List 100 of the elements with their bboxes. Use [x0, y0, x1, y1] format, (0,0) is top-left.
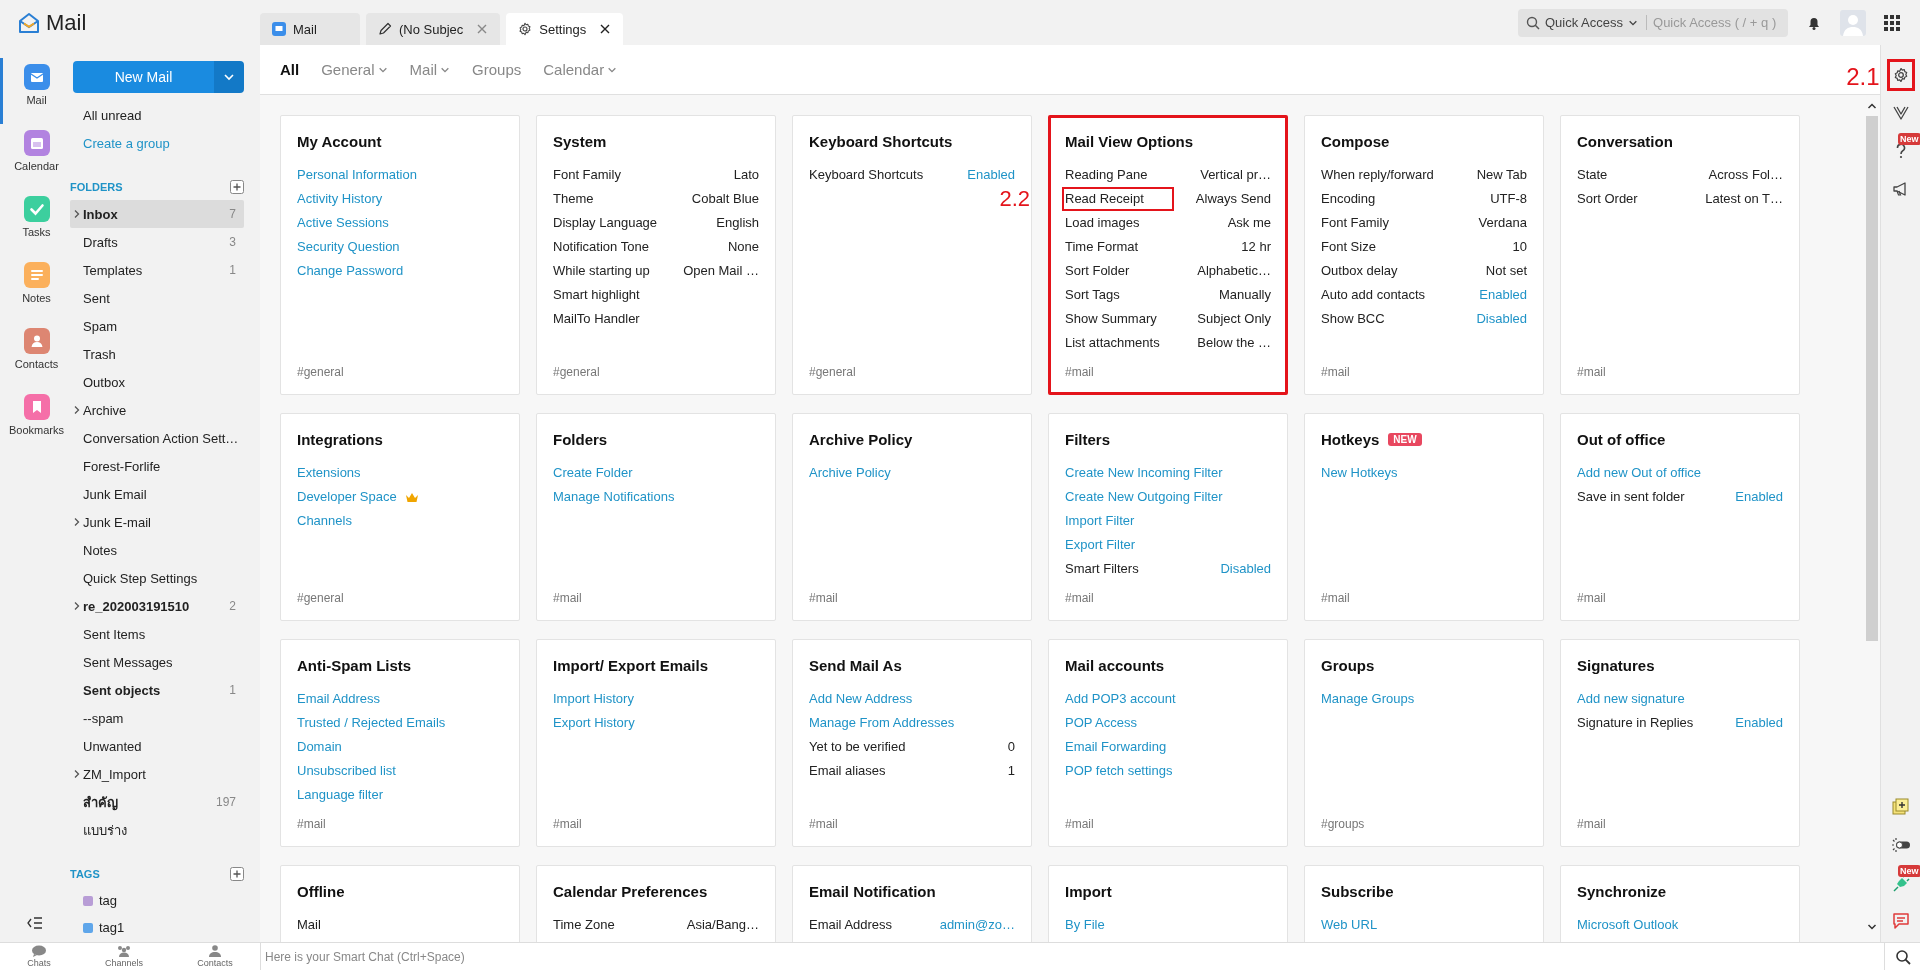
close-icon[interactable] — [599, 23, 612, 35]
search-button[interactable] — [1884, 942, 1920, 970]
app-switcher-item[interactable]: Tasks — [0, 190, 70, 256]
tag-item[interactable]: tag — [99, 893, 118, 908]
folder-item[interactable]: Unwanted — [70, 732, 244, 760]
settings-link[interactable]: Archive Policy — [809, 461, 891, 485]
settings-link[interactable]: Import History — [553, 687, 634, 711]
folder-item[interactable]: Trash — [70, 340, 244, 368]
settings-category-tab[interactable]: Mail — [409, 61, 451, 78]
settings-link[interactable]: Change Password — [297, 259, 404, 283]
settings-category-tab[interactable]: General — [321, 61, 388, 78]
settings-link[interactable]: By File — [1065, 913, 1105, 937]
settings-link[interactable]: POP fetch settings — [1065, 759, 1173, 783]
add-icon[interactable] — [230, 180, 244, 194]
settings-link[interactable]: Export Filter — [1065, 533, 1136, 557]
folder-item[interactable]: Conversation Action Sett… — [70, 424, 244, 452]
app-switcher-item[interactable]: Bookmarks — [0, 388, 70, 454]
app-switcher-item[interactable]: Mail — [0, 58, 70, 124]
setting-value-link[interactable]: Disabled — [1220, 557, 1271, 581]
tab[interactable]: Settings — [506, 13, 624, 45]
bottom-app-button[interactable]: Contacts — [197, 945, 233, 968]
settings-link[interactable]: Create Folder — [553, 461, 633, 485]
settings-link[interactable]: Language filter — [297, 783, 383, 807]
check-icon[interactable] — [1891, 105, 1910, 121]
quick-access-field[interactable]: Quick Access ( / + q ) — [1653, 15, 1784, 30]
folder-item[interactable]: Sent Messages — [70, 648, 244, 676]
folder-item[interactable]: Archive — [70, 396, 244, 424]
help-icon[interactable] — [1894, 143, 1907, 159]
folder-item[interactable]: Spam — [70, 312, 244, 340]
folder-item[interactable]: ZM_Import — [70, 760, 244, 788]
folder-item[interactable]: Templates 1 — [70, 256, 244, 284]
chevron-icon[interactable] — [73, 601, 81, 611]
theme-toggle-icon[interactable] — [1890, 837, 1911, 853]
settings-link[interactable]: Microsoft Outlook — [1577, 913, 1679, 937]
folder-item[interactable]: Outbox — [70, 368, 244, 396]
settings-category-tab[interactable]: Groups — [472, 61, 522, 78]
settings-link[interactable]: Extensions — [297, 461, 361, 485]
setting-value-link[interactable]: Enabled — [1735, 485, 1783, 509]
new-mail-button[interactable]: New Mail — [73, 61, 214, 93]
settings-link[interactable]: Create New Outgoing Filter — [1065, 485, 1223, 509]
tab[interactable]: (No Subjec — [366, 13, 501, 45]
app-switcher-item[interactable]: Calendar — [0, 124, 70, 190]
folder-item[interactable]: re_202003191510 2 — [70, 592, 244, 620]
settings-category-tab[interactable]: Calendar — [543, 61, 618, 78]
settings-link[interactable]: New Hotkeys — [1321, 461, 1398, 485]
tag-item[interactable]: tag1 — [99, 920, 125, 935]
settings-link[interactable]: Email Forwarding — [1065, 735, 1167, 759]
settings-category-tab[interactable]: All — [280, 61, 300, 78]
settings-link[interactable]: Trusted / Rejected Emails — [297, 711, 446, 735]
bottom-app-button[interactable]: Channels — [104, 945, 143, 968]
chevron-icon[interactable] — [73, 517, 81, 527]
settings-link[interactable]: Add new Out of office — [1577, 461, 1702, 485]
folder-item[interactable]: Drafts 3 — [70, 228, 244, 256]
smart-chat-field[interactable]: Here is your Smart Chat (Ctrl+Space) — [260, 942, 1884, 970]
settings-link[interactable]: Import Filter — [1065, 509, 1135, 533]
folder-item[interactable]: สำคัญ 197 — [70, 788, 244, 816]
quick-access-bar[interactable]: Quick Access Quick Access ( / + q ) — [1518, 8, 1788, 37]
settings-link[interactable]: Add New Address — [809, 687, 913, 711]
settings-link[interactable]: Activity History — [297, 187, 383, 211]
note-add-icon[interactable] — [1891, 798, 1910, 816]
add-icon[interactable] — [230, 867, 244, 881]
chevron-icon[interactable] — [73, 769, 81, 779]
settings-link[interactable]: Active Sessions — [297, 211, 389, 235]
setting-value-link[interactable]: admin@zo… — [939, 913, 1015, 937]
chat-icon[interactable] — [1891, 912, 1910, 930]
settings-link[interactable]: Add new signature — [1577, 687, 1685, 711]
folder-item[interactable]: Junk E-mail — [70, 508, 244, 536]
settings-link[interactable]: Web URL — [1321, 913, 1378, 937]
chevron-icon[interactable] — [73, 405, 81, 415]
settings-link[interactable]: Unsubscribed list — [297, 759, 396, 783]
setting-value-link[interactable]: Enabled — [1735, 711, 1783, 735]
setting-value-link[interactable]: Enabled — [967, 163, 1015, 187]
folder-item[interactable]: Notes — [70, 536, 244, 564]
settings-link[interactable]: Email Address — [297, 687, 381, 711]
settings-link[interactable]: Domain — [297, 735, 342, 759]
folder-item[interactable]: Forest-Forlife — [70, 452, 244, 480]
settings-link[interactable]: POP Access — [1065, 711, 1137, 735]
settings-link[interactable]: Personal Information — [297, 163, 417, 187]
settings-link[interactable]: Add POP3 account — [1065, 687, 1176, 711]
settings-link[interactable]: Manage Notifications — [553, 485, 675, 509]
settings-link[interactable]: Manage Groups — [1321, 687, 1415, 711]
collapse-icon[interactable] — [27, 916, 43, 930]
create-group-link[interactable]: Create a group — [70, 130, 260, 158]
quick-access-menu[interactable]: Quick Access — [1545, 15, 1624, 30]
app-switcher-item[interactable]: Notes — [0, 256, 70, 322]
setting-value-link[interactable]: Disabled — [1476, 307, 1527, 331]
settings-link[interactable]: Channels — [297, 509, 352, 533]
settings-link[interactable]: Export History — [553, 711, 635, 735]
folder-item[interactable]: Inbox 7 — [70, 200, 244, 228]
folder-item[interactable]: Sent — [70, 284, 244, 312]
setting-value-link[interactable]: Enabled — [1479, 283, 1527, 307]
settings-link[interactable]: Developer Space — [297, 485, 397, 509]
filter-item[interactable]: All unread — [70, 102, 260, 130]
app-switcher-item[interactable]: Contacts — [0, 322, 70, 388]
folder-item[interactable]: --spam — [70, 704, 244, 732]
settings-link[interactable]: Create New Incoming Filter — [1065, 461, 1223, 485]
chevron-icon[interactable] — [73, 209, 81, 219]
folder-item[interactable]: แบบร่าง — [70, 816, 244, 844]
folder-item[interactable]: Sent Items — [70, 620, 244, 648]
folder-item[interactable]: Quick Step Settings — [70, 564, 244, 592]
